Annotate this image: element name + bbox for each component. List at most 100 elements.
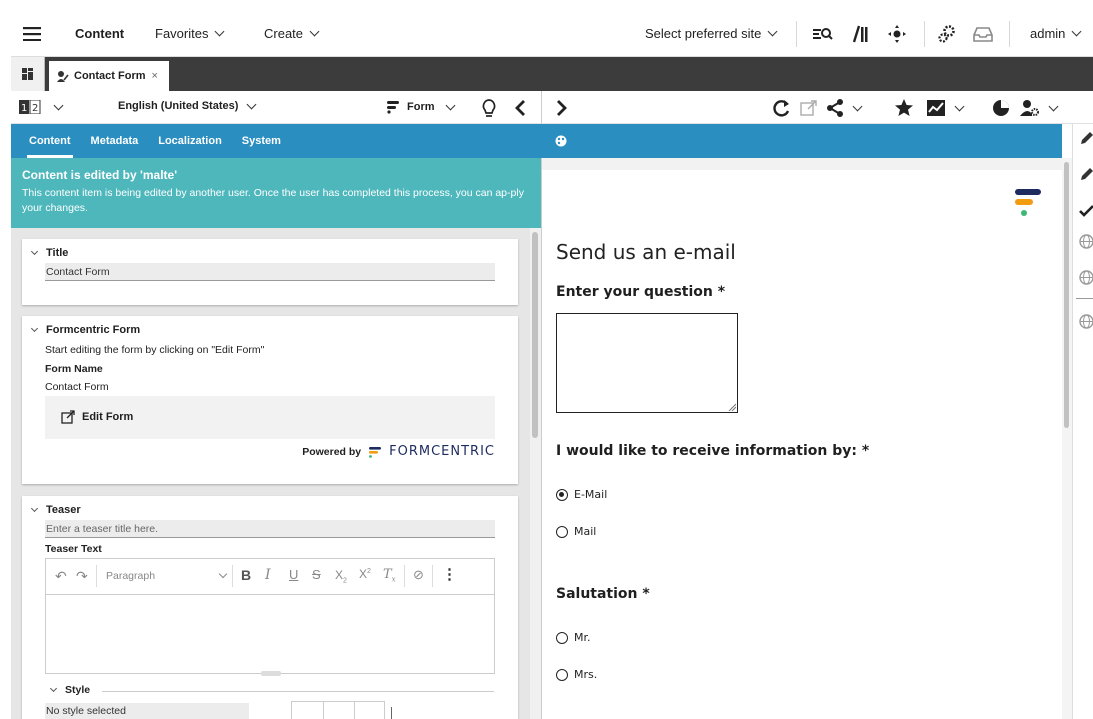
- globe-icon[interactable]: [1079, 270, 1093, 285]
- clear-formatting-icon[interactable]: Tx: [383, 567, 396, 584]
- title-label: Title: [46, 247, 69, 259]
- style-label: Style: [65, 684, 91, 696]
- formcentric-logo-icon: [369, 446, 382, 458]
- personalization-menu[interactable]: [1020, 99, 1059, 117]
- workflow-gears-icon[interactable]: [937, 10, 957, 57]
- superscript-icon[interactable]: X2: [359, 567, 371, 581]
- history-clock-icon[interactable]: [992, 99, 1010, 117]
- teaser-card-header[interactable]: Teaser: [30, 504, 81, 516]
- reload-icon[interactable]: [773, 99, 791, 117]
- dashboard-tab[interactable]: [11, 57, 45, 91]
- checkmark-icon[interactable]: [1079, 204, 1093, 218]
- edit-pencil-icon[interactable]: [1080, 130, 1093, 146]
- edit-pencil-icon[interactable]: [1080, 166, 1093, 182]
- edit-form-button[interactable]: Edit Form: [61, 410, 133, 424]
- favorites-menu[interactable]: Favorites: [155, 10, 225, 57]
- preview-scrollbar[interactable]: [1062, 158, 1072, 719]
- share-icon: [827, 99, 843, 117]
- app-title[interactable]: Content: [75, 10, 124, 57]
- chevron-down-icon: [30, 504, 39, 513]
- divider: [432, 565, 433, 587]
- radio-mail[interactable]: [556, 526, 568, 538]
- radio-mrs[interactable]: [556, 669, 568, 681]
- chevron-down-icon: [309, 26, 320, 37]
- tab-label: Contact Form: [74, 70, 146, 82]
- create-menu[interactable]: Create: [264, 10, 320, 57]
- chevron-down-icon: [218, 569, 228, 579]
- chevron-down-icon: [30, 247, 39, 256]
- italic-icon[interactable]: I: [265, 567, 271, 583]
- collapse-left-icon[interactable]: [513, 98, 527, 118]
- bold-icon[interactable]: B: [241, 567, 251, 583]
- form-editor: Title Contact Form Formcentric Form Star…: [11, 228, 530, 719]
- tab-system[interactable]: System: [232, 124, 291, 158]
- redo-icon[interactable]: ↷: [76, 568, 88, 585]
- teaser-card: Teaser Enter a teaser title here. Teaser…: [22, 496, 518, 719]
- title-input[interactable]: Contact Form: [45, 263, 495, 281]
- scroll-thumb[interactable]: [1064, 162, 1069, 428]
- tab-metadata[interactable]: Metadata: [81, 124, 149, 158]
- paragraph-style-select[interactable]: Paragraph: [106, 569, 228, 582]
- edit-form-label: Edit Form: [82, 411, 134, 423]
- undo-icon[interactable]: ↶: [55, 568, 67, 585]
- form-document-icon: [57, 70, 69, 82]
- question-textarea[interactable]: [556, 313, 738, 413]
- powered-by: Powered by FORMCENTRIC: [302, 444, 495, 459]
- underline-icon[interactable]: U: [289, 567, 298, 582]
- title-card-header[interactable]: Title: [30, 247, 69, 259]
- tab-localization[interactable]: Localization: [148, 124, 232, 158]
- tab-content[interactable]: Content: [19, 124, 81, 158]
- divider: [924, 21, 925, 47]
- preview-header: [541, 124, 1062, 158]
- question-label: Enter your question *: [556, 284, 726, 300]
- style-select[interactable]: No style selected: [45, 703, 249, 719]
- lightbulb-icon[interactable]: [481, 98, 497, 118]
- divider: [796, 21, 797, 47]
- formcentric-card-header[interactable]: Formcentric Form: [30, 324, 141, 336]
- powered-by-label: Powered by: [302, 445, 362, 458]
- search-library-icon[interactable]: [813, 10, 833, 57]
- more-options-icon[interactable]: ⋮: [442, 565, 457, 583]
- globe-icon[interactable]: [1079, 314, 1093, 329]
- scroll-thumb[interactable]: [532, 232, 538, 438]
- left-scrollbar[interactable]: [530, 228, 541, 719]
- teaser-text-label: Teaser Text: [45, 543, 102, 555]
- version-selector[interactable]: 12: [19, 100, 64, 114]
- radio-email[interactable]: [556, 489, 568, 501]
- link-icon[interactable]: ⊘: [413, 567, 424, 583]
- tab-strip: Contact Form ×: [11, 57, 1093, 91]
- top-bar: Content Favorites Create Select preferre…: [11, 10, 1093, 57]
- radio-mr[interactable]: [556, 632, 568, 644]
- teaser-title-input[interactable]: Enter a teaser title here.: [45, 520, 495, 538]
- star-icon[interactable]: [894, 98, 914, 118]
- open-external-icon[interactable]: [800, 99, 818, 117]
- user-menu[interactable]: admin: [1030, 10, 1082, 57]
- site-selector[interactable]: Select preferred site: [645, 10, 778, 57]
- preview-toolbar: [541, 91, 1093, 124]
- user-label: admin: [1030, 26, 1066, 41]
- inbox-icon[interactable]: [973, 10, 993, 57]
- content-type-selector[interactable]: Form: [385, 99, 455, 115]
- resize-handle[interactable]: [261, 671, 281, 676]
- navigate-icon[interactable]: [887, 10, 907, 57]
- tab-contact-form[interactable]: Contact Form ×: [49, 61, 169, 91]
- library-icon[interactable]: [851, 10, 869, 57]
- teaser-text-editor[interactable]: [45, 594, 495, 676]
- formcentric-label: Formcentric Form: [46, 324, 141, 336]
- chevron-down-icon: [246, 99, 257, 109]
- subscript-icon[interactable]: X2: [335, 568, 347, 584]
- form-name-label: Form Name: [45, 363, 103, 375]
- share-menu[interactable]: [826, 99, 863, 117]
- hamburger-menu-icon[interactable]: [23, 10, 41, 57]
- resize-handle: [728, 403, 736, 411]
- strikethrough-icon[interactable]: S: [312, 567, 321, 582]
- expand-right-icon[interactable]: [555, 98, 569, 118]
- chart-menu[interactable]: [926, 99, 965, 117]
- style-section-header[interactable]: Style: [49, 684, 91, 696]
- close-tab-icon[interactable]: ×: [152, 70, 158, 82]
- formcentric-logo-icon: [1010, 188, 1044, 220]
- globe-icon[interactable]: [1079, 234, 1093, 249]
- locale-selector[interactable]: English (United States): [118, 99, 257, 112]
- palette-icon[interactable]: [555, 135, 567, 147]
- form-tabs: Content Metadata Localization System: [11, 124, 541, 158]
